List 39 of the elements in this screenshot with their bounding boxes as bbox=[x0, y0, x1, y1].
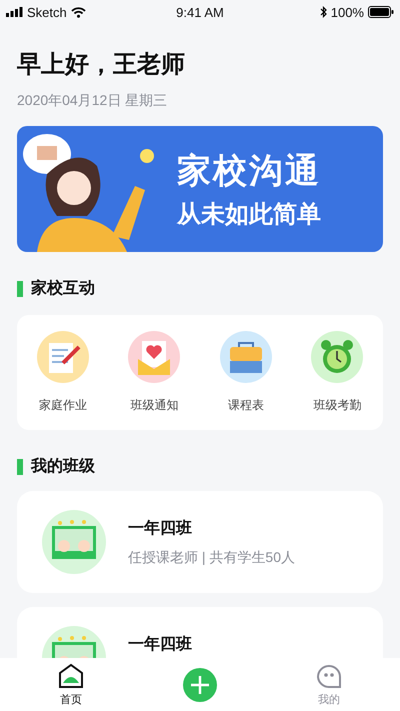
promo-banner[interactable]: 家校沟通 从未如此简单 bbox=[17, 126, 383, 252]
banner-title: 家校沟通 bbox=[177, 151, 321, 192]
shortcut-label: 家庭作业 bbox=[38, 397, 87, 414]
section-marker bbox=[17, 280, 23, 296]
tab-item[interactable]: 首页 bbox=[41, 662, 101, 706]
heart-envelope-icon bbox=[128, 331, 180, 383]
shortcut-label: 班级通知 bbox=[130, 397, 178, 414]
classroom-icon bbox=[42, 510, 106, 574]
section-title: 我的班级 bbox=[31, 456, 95, 477]
class-card[interactable]: 一年四班 任授课老师 | 共有学生50人 bbox=[17, 491, 383, 593]
battery-icon bbox=[368, 6, 394, 18]
shortcut-item[interactable]: 课程表 bbox=[206, 331, 286, 414]
greeting-title: 早上好，王老师 bbox=[17, 50, 186, 80]
ghost-face-icon bbox=[316, 662, 342, 688]
section-marker bbox=[17, 458, 23, 474]
class-info: 任授课老师 | 共有学生50人 bbox=[128, 549, 295, 567]
status-time: 9:41 AM bbox=[176, 4, 224, 20]
shortcut-label: 课程表 bbox=[228, 397, 264, 414]
bluetooth-icon bbox=[320, 6, 327, 18]
shortcut-item[interactable]: 班级考勤 bbox=[297, 331, 378, 414]
banner-subtitle: 从未如此简单 bbox=[177, 200, 321, 230]
wifi-icon bbox=[70, 6, 86, 18]
shortcut-label: 班级考勤 bbox=[313, 397, 362, 414]
briefcase-icon bbox=[220, 331, 272, 383]
date-text: 2020年04月12日 星期三 bbox=[17, 92, 168, 110]
add-button[interactable] bbox=[183, 668, 217, 702]
plus-icon bbox=[191, 676, 209, 694]
battery-percent: 100% bbox=[330, 4, 364, 20]
class-card[interactable]: 一年四班 bbox=[17, 607, 383, 658]
class-name: 一年四班 bbox=[128, 518, 193, 539]
home-icon bbox=[58, 662, 84, 688]
alarm-clock-icon bbox=[311, 331, 364, 383]
signal-icon bbox=[6, 7, 23, 17]
document-pen-icon bbox=[36, 331, 89, 383]
shortcut-item[interactable]: 家庭作业 bbox=[22, 331, 103, 414]
carrier-name: Sketch bbox=[27, 4, 67, 20]
shortcut-item[interactable]: 班级通知 bbox=[114, 331, 194, 414]
section-title: 家校互动 bbox=[31, 278, 95, 299]
class-name: 一年四班 bbox=[128, 634, 192, 655]
